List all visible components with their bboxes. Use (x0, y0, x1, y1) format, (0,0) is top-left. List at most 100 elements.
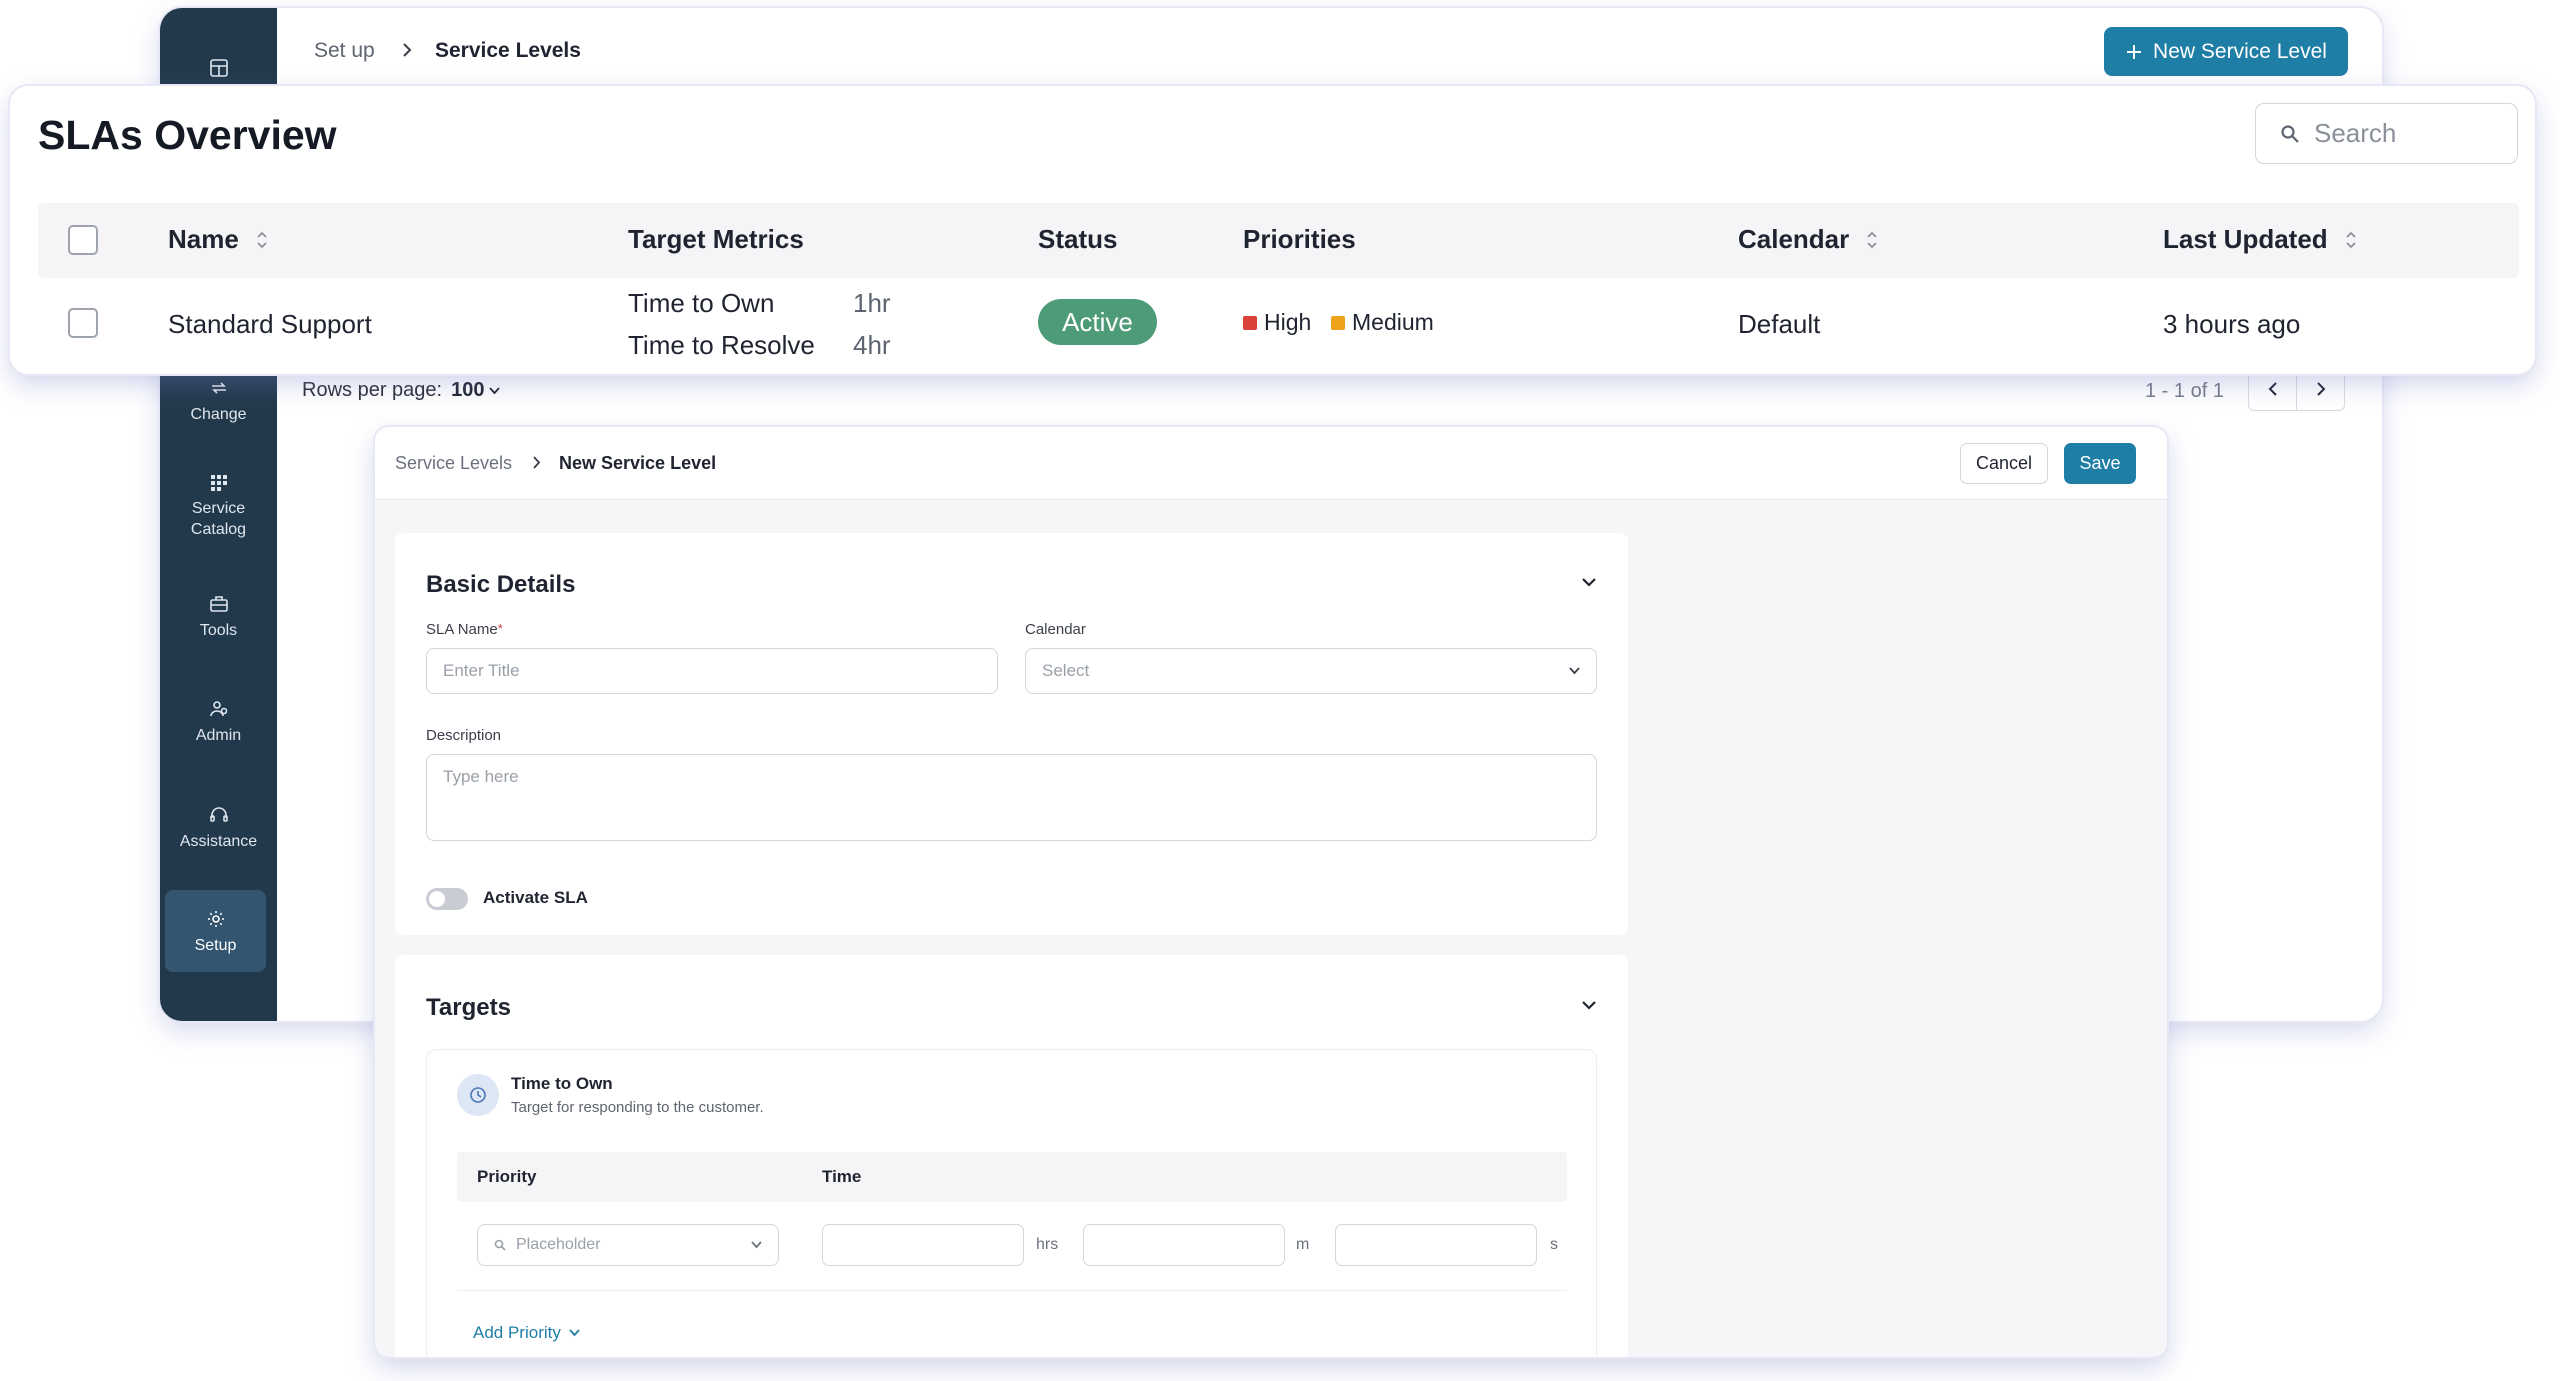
calendar-label: Calendar (1025, 621, 1086, 638)
priority-tag-high: High (1243, 309, 1311, 336)
metric-value: 4hr (853, 330, 891, 360)
section-title: Targets (426, 994, 511, 1021)
top-bar: Set up Service Levels (277, 8, 2382, 96)
search-box[interactable] (2255, 103, 2518, 164)
activate-sla-label: Activate SLA (483, 888, 588, 907)
chevron-down-icon[interactable] (1581, 1000, 1597, 1010)
column-header-name[interactable]: Name (168, 224, 269, 255)
add-priority-label: Add Priority (473, 1323, 561, 1342)
grid-icon (160, 474, 277, 492)
select-all-checkbox[interactable] (68, 225, 98, 255)
sidebar-item-admin[interactable]: Admin (160, 699, 277, 746)
sidebar-item-change[interactable]: Change (160, 378, 277, 425)
form-top-bar: Service Levels New Service Level Cancel … (375, 427, 2167, 500)
time-to-own-card: Time to Own Target for responding to the… (426, 1049, 1597, 1357)
chevron-down-icon[interactable] (1581, 577, 1597, 587)
new-service-level-button[interactable]: New Service Level (2104, 27, 2348, 76)
priority-color-swatch (1243, 315, 1257, 330)
sidebar-item-service-catalog[interactable]: Service Catalog (160, 474, 277, 540)
row-divider (457, 1290, 1567, 1291)
required-marker: * (497, 621, 503, 636)
chevron-right-icon (2316, 382, 2326, 396)
sort-icon[interactable] (1865, 229, 1879, 251)
gear-icon (165, 909, 266, 929)
sidebar-item-tools[interactable]: Tools (160, 594, 277, 641)
breadcrumb-current: Service Levels (435, 39, 581, 62)
minutes-input[interactable] (1083, 1224, 1285, 1266)
sidebar-item-assistance[interactable]: Assistance (160, 805, 277, 852)
users-icon (160, 699, 277, 719)
priority-label: High (1264, 309, 1312, 335)
row-checkbox[interactable] (68, 308, 98, 338)
save-button[interactable]: Save (2064, 443, 2136, 484)
sla-name-input[interactable] (426, 648, 998, 694)
chevron-left-icon (2268, 382, 2278, 396)
select-placeholder: Placeholder (516, 1236, 601, 1253)
rows-per-page: Rows per page: 100 (302, 379, 501, 402)
sla-name-label: SLA Name* (426, 621, 503, 638)
search-input[interactable] (2312, 117, 2502, 150)
chevron-down-icon (569, 1329, 580, 1337)
table-header: Name Target Metrics Status Priorities Ca… (38, 203, 2519, 278)
repeat-icon (160, 378, 277, 398)
seconds-input[interactable] (1335, 1224, 1537, 1266)
toolbox-icon (160, 594, 277, 614)
column-header-status: Status (1038, 224, 1117, 255)
breadcrumb-current: New Service Level (559, 453, 717, 473)
sort-icon[interactable] (2344, 229, 2358, 251)
breadcrumb-parent[interactable]: Service Levels (395, 453, 512, 474)
column-header-label: Last Updated (2163, 224, 2328, 254)
rows-per-page-label: Rows per page: (302, 379, 443, 401)
cancel-button[interactable]: Cancel (1960, 443, 2048, 484)
metric-label: Time to Own (628, 288, 775, 318)
time-to-own-description: Target for responding to the customer. (511, 1099, 764, 1116)
chevron-down-icon (751, 1241, 762, 1249)
sidebar-item-label: Admin (195, 727, 242, 744)
field-label-text: SLA Name (426, 621, 498, 638)
column-header-label: Status (1038, 224, 1118, 254)
hours-input[interactable] (822, 1224, 1024, 1266)
priority-color-swatch (1331, 315, 1345, 330)
priority-label: Medium (1352, 309, 1434, 335)
targets-panel: Targets Time to Own Target for respondin… (395, 955, 1628, 1357)
sort-icon[interactable] (255, 229, 269, 251)
activate-sla-toggle[interactable] (426, 888, 468, 910)
calendar-select[interactable]: Select (1025, 648, 1597, 694)
chevron-down-icon (489, 386, 501, 395)
sidebar-item-dashboard[interactable] (160, 58, 277, 84)
new-service-level-form: Service Levels New Service Level Cancel … (375, 427, 2167, 1357)
priority-table-header: Priority Time (457, 1152, 1567, 1202)
select-placeholder: Select (1042, 661, 1090, 680)
column-header-last-updated[interactable]: Last Updated (2163, 224, 2358, 255)
priority-select[interactable]: Placeholder (477, 1224, 779, 1266)
basic-details-panel: Basic Details SLA Name* Calendar Select … (395, 533, 1628, 935)
sla-name-cell[interactable]: Standard Support (168, 309, 372, 340)
column-header-calendar[interactable]: Calendar (1738, 224, 1879, 255)
column-header-label: Name (168, 224, 239, 254)
new-service-level-label: New Service Level (2153, 39, 2327, 63)
time-header: Time (822, 1167, 862, 1186)
last-updated-cell: 3 hours ago (2163, 309, 2301, 339)
headset-icon (160, 805, 277, 825)
column-header-label: Priorities (1243, 224, 1356, 254)
chevron-right-icon (401, 42, 413, 58)
page-title: SLAs Overview (38, 112, 337, 158)
rows-per-page-select[interactable]: 100 (451, 379, 501, 402)
breadcrumb-parent[interactable]: Set up (314, 39, 375, 63)
priority-header: Priority (477, 1167, 537, 1186)
column-header-priorities: Priorities (1243, 224, 1356, 255)
seconds-unit: s (1550, 1236, 1558, 1253)
time-to-own-title: Time to Own (511, 1074, 613, 1093)
sidebar-item-setup[interactable]: Setup (165, 890, 266, 972)
priority-tag-medium: Medium (1331, 309, 1434, 336)
section-title: Basic Details (426, 571, 576, 598)
sidebar-item-label: Tools (199, 622, 238, 639)
sidebar-item-label: Setup (194, 937, 237, 954)
rows-per-page-value: 100 (451, 379, 485, 401)
column-header-label: Calendar (1738, 224, 1850, 254)
add-priority-button[interactable]: Add Priority (473, 1323, 580, 1343)
description-textarea[interactable] (426, 754, 1597, 841)
chevron-right-icon (532, 456, 541, 469)
column-header-label: Target Metrics (628, 224, 804, 254)
table-row[interactable]: Standard Support Time to Own 1hr Time to… (38, 280, 2519, 366)
